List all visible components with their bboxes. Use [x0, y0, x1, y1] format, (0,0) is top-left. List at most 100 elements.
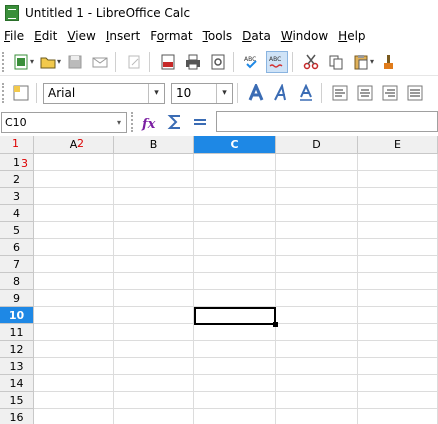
italic-icon	[274, 84, 286, 101]
menu-format[interactable]: Format	[150, 29, 192, 43]
spellcheck-icon: ABC	[244, 56, 257, 68]
menu-insert[interactable]: Insert	[106, 29, 140, 43]
row-header-3[interactable]: 3	[0, 188, 34, 205]
email-button[interactable]	[89, 51, 111, 73]
active-cell-cursor[interactable]	[194, 307, 276, 325]
calc-app-icon	[5, 5, 19, 21]
menu-help[interactable]: Help	[338, 29, 365, 43]
folder-icon	[40, 57, 56, 68]
print-preview-button[interactable]	[207, 51, 229, 73]
open-button[interactable]	[37, 51, 59, 73]
row-header-4[interactable]: 4	[0, 205, 34, 222]
row-header-16[interactable]: 16	[0, 409, 34, 424]
chevron-down-icon[interactable]: ▾	[216, 83, 232, 103]
align-center-icon	[357, 85, 373, 101]
sum-button[interactable]	[164, 111, 186, 133]
align-right-icon	[382, 85, 398, 101]
toolbar-separator	[115, 51, 117, 72]
toolbar-grip[interactable]	[2, 83, 7, 103]
row-header-9[interactable]: 9	[0, 290, 34, 307]
title-bar: Untitled 1 - LibreOffice Calc	[0, 0, 438, 26]
column-header-a[interactable]: A	[34, 136, 114, 154]
autospellcheck-icon: ABC	[269, 56, 283, 68]
toolbar-separator	[292, 51, 294, 72]
name-box[interactable]: C10 ▾	[1, 111, 127, 133]
font-name-box[interactable]: Arial ▾	[43, 82, 165, 104]
row-gridline	[34, 170, 438, 171]
clone-formatting-button[interactable]	[377, 51, 399, 73]
menu-edit[interactable]: Edit	[34, 29, 57, 43]
menu-tools[interactable]: Tools	[203, 29, 233, 43]
toolbar-separator	[321, 83, 322, 103]
spellcheck-button[interactable]: ABC	[241, 51, 263, 73]
column-header-e[interactable]: E	[358, 136, 438, 154]
row-header-12[interactable]: 12	[0, 341, 34, 358]
sigma-icon	[167, 115, 180, 129]
row-header-5[interactable]: 5	[0, 222, 34, 239]
chevron-down-icon[interactable]: ▾	[112, 113, 126, 132]
underline-icon	[300, 84, 312, 101]
function-wizard-button[interactable]: fx	[139, 111, 161, 133]
styles-button[interactable]	[10, 82, 32, 104]
font-size-box[interactable]: 10 ▾	[171, 82, 233, 104]
function-wizard-icon: fx	[141, 117, 156, 131]
row-header-8[interactable]: 8	[0, 273, 34, 290]
row-gridline	[34, 357, 438, 358]
column-header-b[interactable]: B	[114, 136, 194, 154]
row-header-13[interactable]: 13	[0, 358, 34, 375]
annotation-mark-3: 3	[21, 157, 28, 170]
formula-input[interactable]	[216, 111, 438, 132]
align-left-button[interactable]	[329, 82, 351, 104]
edit-mode-button[interactable]	[123, 51, 145, 73]
paintbrush-icon	[384, 54, 394, 69]
column-header-d[interactable]: D	[276, 136, 358, 154]
spreadsheet-grid[interactable]: A B C D E 1 2 3 4 5 6 7 8 9 10 11 12 13 …	[0, 136, 438, 424]
menu-view[interactable]: View	[67, 29, 95, 43]
formula-button[interactable]	[189, 111, 211, 133]
autospellcheck-button[interactable]: ABC	[266, 50, 289, 73]
new-document-button[interactable]	[10, 51, 32, 73]
toolbar-grip[interactable]	[2, 51, 7, 72]
font-name-value[interactable]: Arial	[44, 86, 148, 100]
copy-button[interactable]	[325, 51, 347, 73]
print-button[interactable]	[182, 51, 204, 73]
chevron-down-icon[interactable]: ▾	[148, 83, 164, 103]
new-spreadsheet-icon	[14, 54, 28, 69]
italic-button[interactable]	[270, 82, 292, 104]
font-size-value[interactable]: 10	[172, 86, 216, 100]
menu-file[interactable]: File	[4, 29, 24, 43]
column-header-c[interactable]: C	[194, 136, 276, 154]
copy-icon	[329, 55, 343, 69]
justify-button[interactable]	[404, 82, 426, 104]
cut-button[interactable]	[300, 51, 322, 73]
annotation-mark-2: 2	[77, 137, 84, 150]
menu-data[interactable]: Data	[242, 29, 271, 43]
underline-button[interactable]	[295, 82, 317, 104]
export-pdf-button[interactable]	[157, 51, 179, 73]
pdf-icon	[161, 54, 175, 69]
row-header-11[interactable]: 11	[0, 324, 34, 341]
align-center-button[interactable]	[354, 82, 376, 104]
bold-button[interactable]	[245, 82, 267, 104]
row-header-15[interactable]: 15	[0, 392, 34, 409]
name-box-value[interactable]: C10	[2, 116, 112, 129]
paste-button[interactable]	[350, 51, 372, 73]
save-icon	[68, 55, 82, 68]
row-header-7[interactable]: 7	[0, 256, 34, 273]
row-header-14[interactable]: 14	[0, 375, 34, 392]
row-header-2[interactable]: 2	[0, 171, 34, 188]
align-right-button[interactable]	[379, 82, 401, 104]
justify-icon	[407, 85, 423, 101]
save-button[interactable]	[64, 51, 86, 73]
toolbar-grip[interactable]	[131, 112, 136, 132]
menu-bar: File Edit View Insert Format Tools Data …	[0, 26, 438, 46]
menu-window[interactable]: Window	[281, 29, 328, 43]
printer-icon	[186, 54, 201, 69]
toolbar-separator	[149, 51, 151, 72]
row-gridline	[34, 391, 438, 392]
row-header-6[interactable]: 6	[0, 239, 34, 256]
autofill-handle[interactable]	[273, 322, 278, 327]
row-header-10[interactable]: 10	[0, 307, 34, 324]
print-preview-icon	[211, 54, 225, 69]
row-header-1[interactable]: 1	[0, 154, 34, 171]
